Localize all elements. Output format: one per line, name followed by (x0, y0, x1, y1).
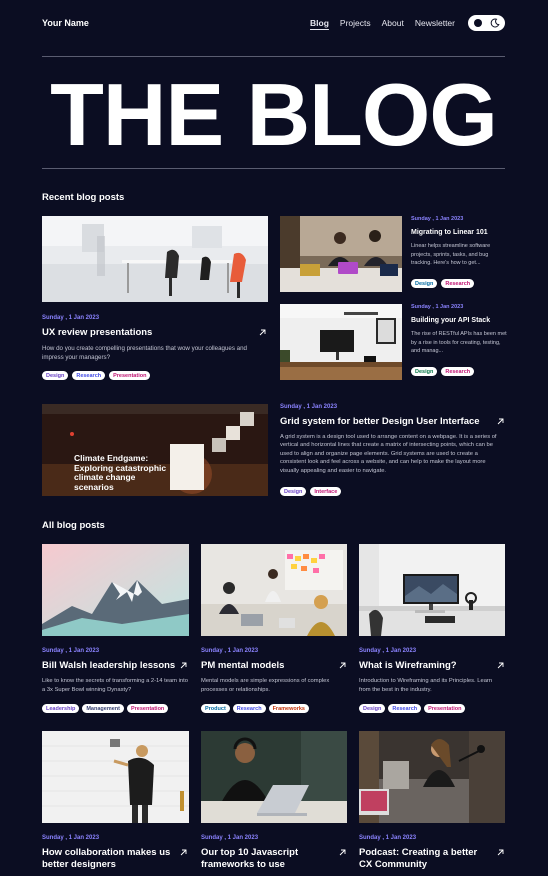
post-date: Sunday , 1 Jan 2023 (359, 835, 417, 841)
tag-presentation[interactable]: Presentation (126, 704, 169, 713)
nav-link-newsletter[interactable]: Newsletter (415, 18, 455, 28)
post-description: The rise of RESTful APIs has been met by… (411, 331, 507, 354)
post-title[interactable]: Building your API Stack (411, 317, 490, 324)
post-date: Sunday , 1 Jan 2023 (411, 216, 464, 222)
post-title[interactable]: Bill Walsh leadership lessons (42, 660, 175, 671)
tag-research[interactable]: Research (232, 704, 266, 713)
arrow-up-right-icon[interactable] (497, 418, 504, 425)
post-image-climate-endgame[interactable]: Climate Endgame: Exploring catastrophic … (42, 404, 268, 496)
post-description: Like to know the secrets of transforming… (42, 678, 188, 693)
arrow-up-right-icon[interactable] (180, 662, 187, 669)
tag-presentation[interactable]: Presentation (109, 371, 151, 380)
page-title: THE BLOG (50, 65, 498, 164)
post-title[interactable]: How collaboration makes us better design… (42, 847, 172, 870)
post-tags: Product Research Frameworks (201, 704, 309, 713)
post-description: Introduction to Wireframing and its Prin… (359, 678, 493, 693)
post-image-wireframing[interactable] (359, 544, 505, 636)
post-date: Sunday , 1 Jan 2023 (201, 835, 259, 841)
tag-research[interactable]: Research (441, 279, 475, 288)
post-tags: Leadership Management Presentation (42, 704, 169, 713)
post-image-api-stack[interactable] (280, 304, 402, 380)
theme-toggle[interactable] (468, 15, 505, 31)
post-title[interactable]: Our top 10 Javascript frameworks to use (201, 847, 331, 870)
all-posts-heading: All blog posts (42, 520, 105, 531)
post-tags: Design Research (411, 279, 475, 288)
tag-design[interactable]: Design (280, 487, 307, 496)
tag-design[interactable]: Design (359, 704, 386, 713)
nav-link-about[interactable]: About (382, 18, 404, 28)
climate-image-text: Climate Endgame: Exploring catastrophic … (74, 453, 167, 492)
arrow-up-right-icon[interactable] (497, 662, 504, 669)
tag-research[interactable]: Research (441, 367, 475, 376)
post-tags: Design Research (411, 367, 475, 376)
moon-icon (490, 18, 500, 28)
post-image-linear[interactable] (280, 216, 402, 292)
post-tags: Design Research Presentation (359, 704, 466, 713)
arrow-up-right-icon[interactable] (339, 662, 346, 669)
tag-design[interactable]: Design (411, 367, 438, 376)
arrow-up-right-icon[interactable] (259, 329, 266, 336)
post-title[interactable]: UX review presentations (42, 327, 152, 338)
post-title[interactable]: Grid system for better Design User Inter… (280, 416, 480, 427)
post-image-pm-mental-models[interactable] (201, 544, 347, 636)
tag-management[interactable]: Management (82, 704, 124, 713)
divider-bottom (42, 168, 505, 169)
post-description: Mental models are simple expressions of … (201, 678, 330, 693)
nav-link-projects[interactable]: Projects (340, 18, 371, 28)
post-image-podcast[interactable] (359, 731, 505, 823)
post-image-javascript-frameworks[interactable] (201, 731, 347, 823)
tag-research[interactable]: Research (72, 371, 106, 380)
post-date: Sunday , 1 Jan 2023 (42, 835, 100, 841)
post-date: Sunday , 1 Jan 2023 (42, 648, 100, 654)
divider-top (42, 56, 505, 57)
nav-link-blog[interactable]: Blog (310, 18, 329, 28)
post-date: Sunday , 1 Jan 2023 (359, 648, 417, 654)
post-description: A grid system is a design tool used to a… (280, 434, 497, 474)
post-date: Sunday , 1 Jan 2023 (280, 404, 338, 410)
post-date: Sunday , 1 Jan 2023 (411, 304, 464, 310)
post-title[interactable]: What is Wireframing? (359, 660, 457, 671)
tag-design[interactable]: Design (411, 279, 438, 288)
recent-posts-heading: Recent blog posts (42, 192, 125, 203)
post-tags: Design Research Presentation (42, 371, 151, 380)
post-title[interactable]: PM mental models (201, 660, 284, 671)
post-tags: Design Interface (280, 487, 342, 496)
tag-interface[interactable]: Interface (310, 487, 342, 496)
arrow-up-right-icon[interactable] (339, 849, 346, 856)
arrow-up-right-icon[interactable] (180, 849, 187, 856)
sun-icon (474, 19, 482, 27)
top-nav: Your Name Blog Projects About Newsletter (42, 14, 505, 32)
site-brand[interactable]: Your Name (42, 18, 89, 28)
post-title[interactable]: Migrating to Linear 101 (411, 229, 488, 236)
post-image-collaboration[interactable] (42, 731, 189, 823)
tag-design[interactable]: Design (42, 371, 69, 380)
post-description: Linear helps streamline software project… (411, 243, 491, 266)
tag-product[interactable]: Product (201, 704, 230, 713)
post-image-ux-review[interactable] (42, 216, 268, 302)
tag-leadership[interactable]: Leadership (42, 704, 80, 713)
post-title[interactable]: Podcast: Creating a better CX Community (359, 847, 489, 870)
tag-research[interactable]: Research (388, 704, 422, 713)
post-description: How do you create compelling presentatio… (42, 345, 247, 361)
tag-frameworks[interactable]: Frameworks (268, 704, 309, 713)
post-date: Sunday , 1 Jan 2023 (42, 315, 100, 321)
nav-links: Blog Projects About Newsletter (310, 15, 505, 31)
arrow-up-right-icon[interactable] (497, 849, 504, 856)
tag-presentation[interactable]: Presentation (424, 704, 466, 713)
post-date: Sunday , 1 Jan 2023 (201, 648, 259, 654)
post-image-bill-walsh[interactable] (42, 544, 189, 636)
